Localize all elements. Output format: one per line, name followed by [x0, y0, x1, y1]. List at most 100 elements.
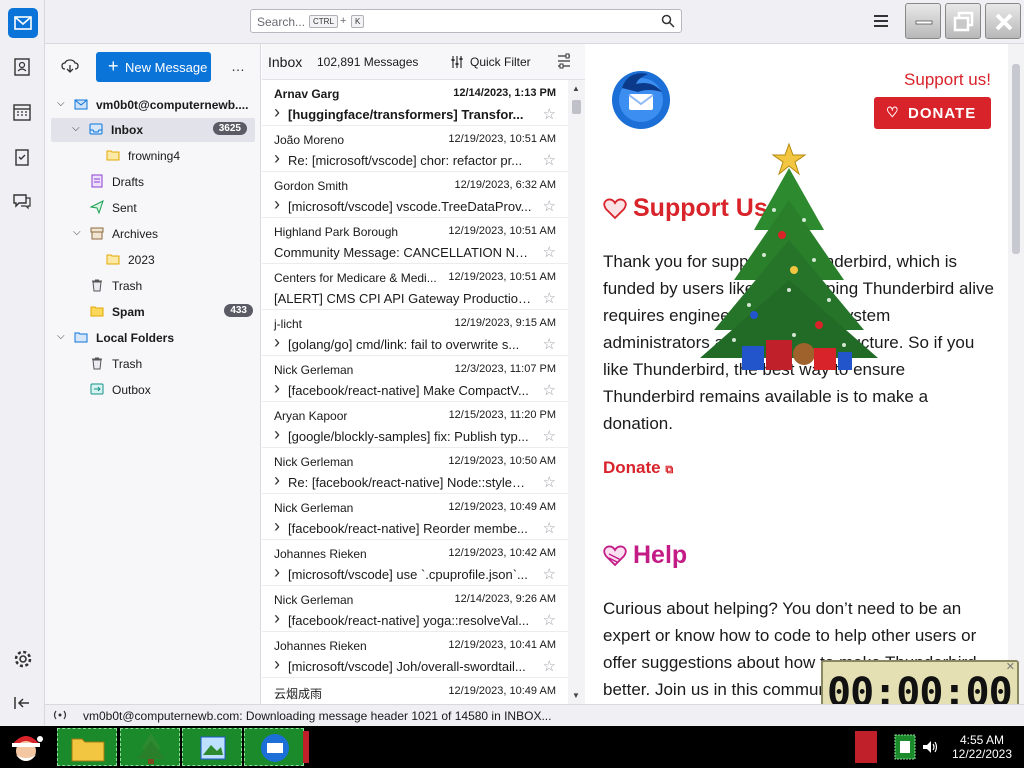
- chat-icon[interactable]: [11, 190, 33, 212]
- thread-chevron-icon[interactable]: ›: [274, 332, 280, 353]
- taskbar-thunderbird[interactable]: [244, 728, 304, 766]
- thread-chevron-icon[interactable]: ›: [274, 378, 280, 399]
- folder-frowning4[interactable]: frowning4: [45, 144, 261, 168]
- star-icon[interactable]: ☆: [543, 243, 556, 261]
- taskbar-image-viewer[interactable]: [182, 728, 242, 766]
- tasks-icon[interactable]: [11, 146, 33, 168]
- restore-button[interactable]: [945, 3, 981, 39]
- folder-trash[interactable]: Trash: [45, 274, 261, 298]
- folder-local-trash[interactable]: Trash: [45, 352, 261, 376]
- tray-item[interactable]: [855, 731, 877, 763]
- scroll-up-icon[interactable]: ▲: [572, 84, 580, 93]
- settings-gear-icon[interactable]: [12, 648, 34, 670]
- message-row[interactable]: j-licht 12/19/2023, 9:15 AM › [golang/go] c…: [262, 310, 568, 356]
- chevron-down-icon[interactable]: ⌵: [57, 331, 65, 342]
- star-icon[interactable]: ☆: [543, 473, 556, 491]
- folder-account[interactable]: ⌵ vm0b0t@computernewb....: [45, 93, 261, 117]
- star-icon[interactable]: ☆: [543, 381, 556, 399]
- chevron-down-icon[interactable]: ⌵: [73, 227, 81, 238]
- address-book-icon[interactable]: [11, 56, 33, 78]
- message-row[interactable]: Johannes Rieken 12/19/2023, 10:42 AM › [mic…: [262, 540, 568, 586]
- message-row[interactable]: Centers for Medicare & Medi... 12/19/2023…: [262, 264, 568, 310]
- quick-filter-icon[interactable]: [450, 55, 464, 69]
- message-row[interactable]: Nick Gerleman 12/14/2023, 9:26 AM › [facebo…: [262, 586, 568, 632]
- thunderbird-icon: [261, 734, 289, 762]
- star-icon[interactable]: ☆: [543, 611, 556, 629]
- taskbar-file-explorer[interactable]: [57, 728, 117, 766]
- start-button-santa-icon[interactable]: [4, 727, 48, 767]
- network-tray-icon[interactable]: [893, 733, 917, 761]
- taskbar-christmas-tree[interactable]: [120, 728, 180, 766]
- message-pane-scrollbar[interactable]: [1008, 44, 1024, 704]
- message-row[interactable]: Aryan Kapoor 12/15/2023, 11:20 PM › [google…: [262, 402, 568, 448]
- donate-link[interactable]: Donate ⧉: [603, 458, 673, 478]
- message-row[interactable]: Highland Park Borough 12/19/2023, 10:51 A…: [262, 218, 568, 264]
- thread-chevron-icon[interactable]: ›: [274, 516, 280, 537]
- folder-drafts[interactable]: Drafts: [45, 170, 261, 194]
- chevron-down-icon[interactable]: ⌵: [72, 123, 80, 134]
- thread-chevron-icon[interactable]: ›: [274, 424, 280, 445]
- new-message-button[interactable]: + New Message: [96, 52, 211, 82]
- star-icon[interactable]: ☆: [543, 565, 556, 583]
- unread-badge: 433: [224, 304, 253, 317]
- volume-icon[interactable]: [921, 738, 939, 756]
- star-icon[interactable]: ☆: [543, 335, 556, 353]
- folder-archives[interactable]: ⌵ Archives: [45, 222, 261, 246]
- calendar-icon[interactable]: [11, 101, 33, 123]
- message-row[interactable]: 云烟成雨 12/19/2023, 10:49 AM: [262, 678, 568, 704]
- folder-outbox[interactable]: Outbox: [45, 378, 261, 402]
- drafts-icon: [91, 174, 103, 188]
- scroll-down-icon[interactable]: ▼: [572, 691, 580, 700]
- scrollbar-thumb[interactable]: [572, 100, 581, 114]
- star-icon[interactable]: ☆: [543, 197, 556, 215]
- thread-chevron-icon[interactable]: ›: [274, 608, 280, 629]
- chevron-down-icon[interactable]: ⌵: [57, 98, 65, 109]
- minimize-button[interactable]: [905, 3, 941, 39]
- star-icon[interactable]: ☆: [543, 657, 556, 675]
- folder-label: frowning4: [128, 149, 181, 163]
- scrollbar-thumb[interactable]: [1012, 64, 1020, 254]
- message-row[interactable]: Nick Gerleman 12/3/2023, 11:07 PM › [facebo…: [262, 356, 568, 402]
- display-options-icon[interactable]: [556, 53, 572, 69]
- system-clock[interactable]: 4:55 AM 12/22/2023: [946, 733, 1018, 761]
- search-box[interactable]: Search... CTRL + K: [250, 9, 682, 33]
- close-button[interactable]: [985, 3, 1021, 39]
- mail-space-icon[interactable]: [8, 8, 38, 38]
- thread-chevron-icon[interactable]: ›: [274, 102, 280, 123]
- message-list-scrollbar[interactable]: ▲ ▼: [568, 80, 585, 704]
- star-icon[interactable]: ☆: [543, 151, 556, 169]
- star-icon[interactable]: ☆: [543, 289, 556, 307]
- get-messages-icon[interactable]: [61, 58, 79, 74]
- star-icon[interactable]: ☆: [543, 105, 556, 123]
- message-row[interactable]: Johannes Rieken 12/19/2023, 10:41 AM › [mic…: [262, 632, 568, 678]
- star-icon[interactable]: ☆: [543, 427, 556, 445]
- quick-filter-button[interactable]: Quick Filter: [470, 55, 531, 69]
- search-icon[interactable]: [661, 14, 675, 28]
- close-icon[interactable]: ✕: [1006, 660, 1015, 673]
- thread-chevron-icon[interactable]: ›: [274, 148, 280, 169]
- folder-local-folders[interactable]: ⌵ Local Folders: [45, 326, 261, 350]
- message-row[interactable]: Nick Gerleman 12/19/2023, 10:50 AM › Re: [f…: [262, 448, 568, 494]
- app-menu-icon[interactable]: [872, 12, 890, 30]
- collapse-spaces-icon[interactable]: [11, 692, 33, 714]
- message-row[interactable]: Arnav Garg 12/14/2023, 1:13 PM › [huggingfa…: [262, 80, 568, 126]
- thread-chevron-icon[interactable]: ›: [274, 562, 280, 583]
- folder-icon: [106, 254, 120, 265]
- title-bar: Search... CTRL + K: [0, 0, 1024, 44]
- thread-chevron-icon[interactable]: ›: [274, 470, 280, 491]
- message-row[interactable]: Gordon Smith 12/19/2023, 6:32 AM › [microso…: [262, 172, 568, 218]
- folder-2023[interactable]: 2023: [45, 248, 261, 272]
- folder-spam[interactable]: Spam 433: [45, 300, 261, 324]
- folder-sent[interactable]: Sent: [45, 196, 261, 220]
- donate-button[interactable]: ♡ DONATE: [874, 97, 991, 129]
- thread-chevron-icon[interactable]: ›: [274, 194, 280, 215]
- support-us-link[interactable]: Support us!: [904, 70, 991, 90]
- message-date: 12/14/2023, 1:13 PM: [453, 87, 556, 99]
- star-icon[interactable]: ☆: [543, 519, 556, 537]
- status-bar: vm0b0t@computernewb.com: Downloading mes…: [45, 704, 1024, 726]
- more-options-button[interactable]: …: [231, 58, 245, 74]
- message-row[interactable]: Nick Gerleman 12/19/2023, 10:49 AM › [faceb…: [262, 494, 568, 540]
- folder-inbox[interactable]: ⌵ Inbox 3625: [51, 118, 255, 142]
- message-row[interactable]: João Moreno 12/19/2023, 10:51 AM › Re: [mic…: [262, 126, 568, 172]
- thread-chevron-icon[interactable]: ›: [274, 654, 280, 675]
